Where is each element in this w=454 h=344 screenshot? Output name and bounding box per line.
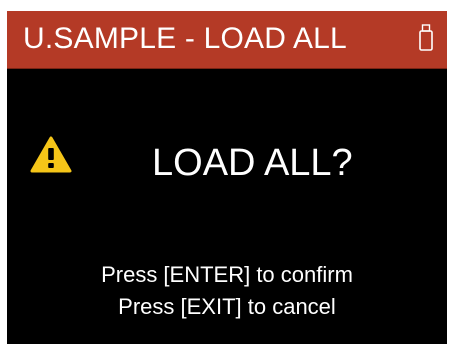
instructions: Press [ENTER] to confirm Press [EXIT] to… (7, 259, 447, 323)
device-screen: U.SAMPLE - LOAD ALL LOAD ALL? Press [ENT… (7, 11, 447, 344)
confirm-instruction: Press [ENTER] to confirm (101, 262, 353, 287)
page-title: U.SAMPLE - LOAD ALL (23, 22, 347, 55)
cancel-instruction: Press [EXIT] to cancel (118, 294, 336, 319)
title-bar: U.SAMPLE - LOAD ALL (7, 11, 447, 69)
dialog-question: LOAD ALL? (152, 142, 353, 184)
warning-icon (30, 136, 72, 173)
usb-drive-icon (419, 24, 433, 52)
